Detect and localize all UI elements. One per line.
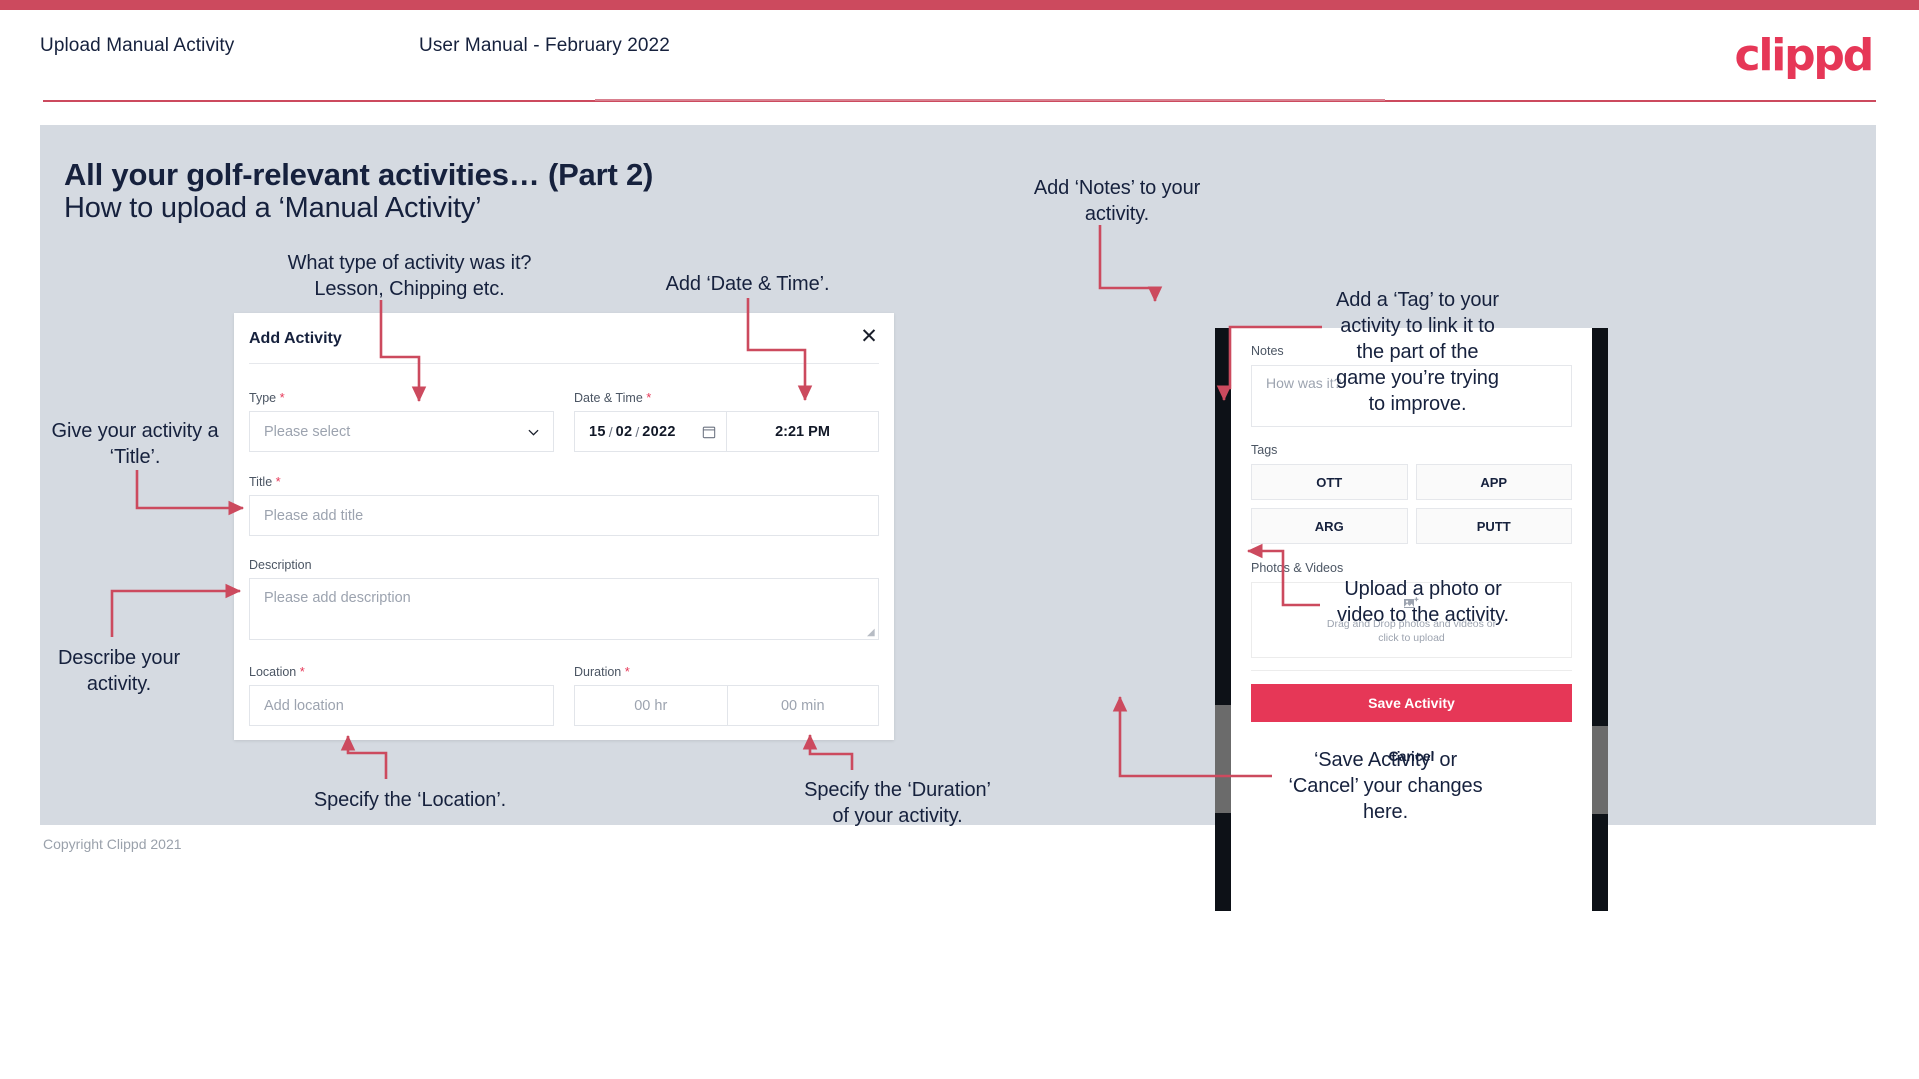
- phone-button-left: [1215, 705, 1231, 813]
- annotation-upload: Upload a photo or video to the activity.: [1337, 578, 1509, 626]
- copyright-text: Copyright Clippd 2021: [43, 836, 182, 852]
- duration-hours-value: 00 hr: [634, 697, 668, 714]
- duration-hours-input[interactable]: 00 hr: [574, 685, 727, 726]
- top-accent-bar: [0, 0, 1919, 10]
- photos-label: Photos & Videos: [1251, 561, 1344, 575]
- dialog-title: Add Activity: [249, 330, 342, 347]
- chevron-down-icon: [528, 429, 539, 436]
- calendar-icon[interactable]: [702, 425, 716, 439]
- location-input[interactable]: Add location: [249, 685, 554, 726]
- upload-hint-line2: click to upload: [1378, 631, 1445, 644]
- dialog-divider: [249, 363, 879, 364]
- annotation-tags: Add a ‘Tag’ to your activity to link it …: [1335, 289, 1499, 415]
- phone-bezel-right: [1592, 328, 1608, 911]
- description-placeholder: Please add description: [264, 590, 411, 606]
- annotation-description: Describe your activity.: [57, 647, 181, 695]
- date-day: 15: [589, 423, 606, 440]
- resize-handle-icon[interactable]: ◢: [867, 628, 875, 638]
- date-input[interactable]: 15 / 02 / 2022: [574, 411, 726, 452]
- annotation-location: Specify the ‘Location’.: [313, 789, 507, 811]
- page-title: Upload Manual Activity: [40, 35, 235, 56]
- field-duration: Duration * 00 hr 00 min: [574, 664, 879, 726]
- tags-label: Tags: [1251, 443, 1278, 457]
- duration-label: Duration *: [574, 664, 630, 679]
- header-divider-light: [595, 99, 1385, 101]
- field-type: Type * Please select: [249, 390, 554, 452]
- title-placeholder: Please add title: [264, 507, 364, 524]
- annotation-notes: Add ‘Notes’ to your activity.: [1033, 177, 1201, 225]
- type-placeholder: Please select: [264, 423, 351, 440]
- duration-minutes-input[interactable]: 00 min: [726, 685, 879, 726]
- field-location: Location * Add location: [249, 664, 554, 726]
- date-year: 2022: [642, 423, 676, 440]
- tag-button-app[interactable]: APP: [1415, 464, 1572, 500]
- close-icon[interactable]: ✕: [856, 324, 882, 350]
- tag-button-arg[interactable]: ARG: [1251, 508, 1408, 544]
- title-input[interactable]: Please add title: [249, 495, 879, 536]
- description-textarea[interactable]: Please add description ◢: [249, 578, 879, 640]
- add-activity-dialog: Add Activity ✕ Type * Please select Date…: [234, 313, 894, 740]
- phone-button-right: [1592, 726, 1608, 814]
- field-datetime: Date & Time * 15 / 02 / 2022 2:21 PM: [574, 390, 879, 452]
- date-sep-2: /: [635, 423, 640, 440]
- location-label: Location *: [249, 664, 305, 679]
- annotation-title: Give your activity a ‘Title’.: [51, 420, 219, 468]
- duration-minutes-value: 00 min: [780, 697, 825, 714]
- field-description: Description Please add description ◢: [249, 558, 879, 640]
- time-value: 2:21 PM: [775, 423, 830, 440]
- tags-grid: OTT APP ARG PUTT: [1251, 464, 1572, 544]
- header-subtitle: User Manual - February 2022: [419, 35, 670, 56]
- duration-inputs: 00 hr 00 min: [574, 685, 879, 726]
- time-input[interactable]: 2:21 PM: [726, 411, 879, 452]
- slide-page: Upload Manual Activity User Manual - Feb…: [0, 0, 1919, 1079]
- type-label: Type *: [249, 390, 285, 405]
- slide-title: All your golf-relevant activities… (Part…: [64, 157, 654, 192]
- phone-bezel-left: [1215, 328, 1231, 911]
- dialog-header: Add Activity ✕: [234, 313, 894, 363]
- field-title: Title * Please add title: [249, 474, 879, 536]
- date-month: 02: [615, 423, 633, 440]
- annotation-save: ‘Save Activity’ or ‘Cancel’ your changes…: [1288, 749, 1483, 823]
- annotation-datetime: Add ‘Date & Time’.: [665, 273, 830, 295]
- clippd-logo: clippd: [1734, 30, 1874, 81]
- tag-button-ott[interactable]: OTT: [1251, 464, 1408, 500]
- description-label: Description: [249, 558, 312, 572]
- save-activity-button[interactable]: Save Activity: [1251, 684, 1572, 722]
- tag-button-putt[interactable]: PUTT: [1415, 508, 1572, 544]
- date-sep-1: /: [608, 423, 613, 440]
- type-select[interactable]: Please select: [249, 411, 554, 452]
- slide-subtitle: How to upload a ‘Manual Activity’: [64, 192, 482, 224]
- annotation-duration: Specify the ‘Duration’ of your activity.: [804, 779, 991, 827]
- annotation-type: What type of activity was it? Lesson, Ch…: [287, 252, 532, 300]
- phone-divider: [1251, 670, 1572, 671]
- datetime-inputs: 15 / 02 / 2022 2:21 PM: [574, 411, 879, 452]
- location-placeholder: Add location: [264, 697, 344, 714]
- title-label: Title *: [249, 474, 281, 489]
- datetime-label: Date & Time *: [574, 390, 652, 405]
